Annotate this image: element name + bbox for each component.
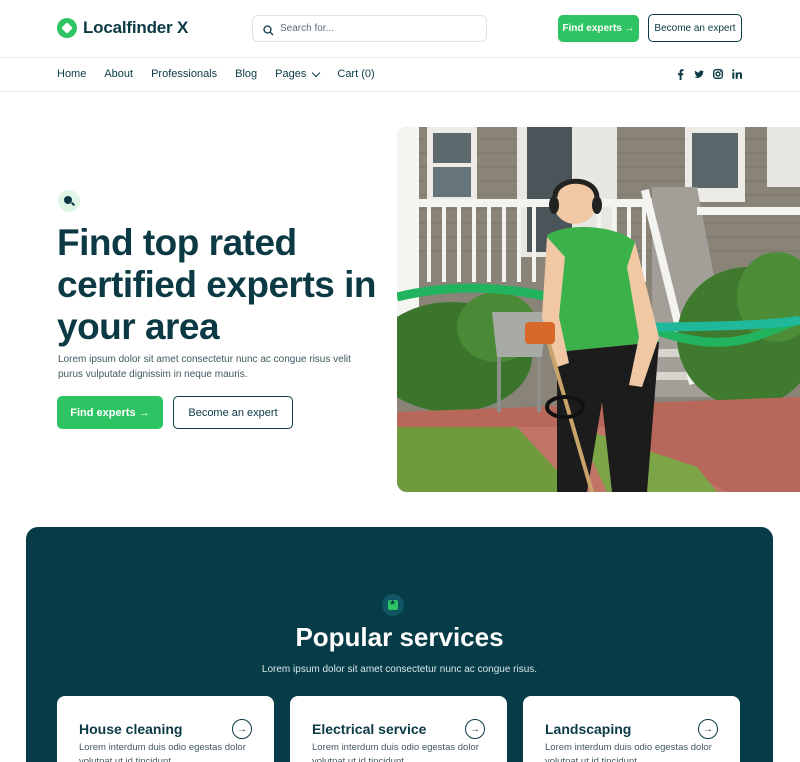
nav-label: Pages [275,68,307,80]
service-card-title: Landscaping [545,721,632,737]
nav-item-blog[interactable]: Blog [235,68,257,80]
search-box[interactable] [252,15,487,42]
hero-title: Find top rated certified experts in your… [57,222,377,347]
service-card-house-cleaning[interactable]: House cleaning → Lorem interdum duis odi… [57,696,274,762]
service-card-electrical[interactable]: Electrical service → Lorem interdum duis… [290,696,507,762]
logo-text: Localfinder X [83,18,189,37]
arrow-right-icon[interactable]: → [465,719,485,739]
twitter-icon[interactable] [694,69,704,79]
main-nav: Home About Professionals Blog Pages Cart… [57,68,393,80]
service-card-text: Lorem interdum duis odio egestas dolor v… [79,742,246,762]
top-header: Localfinder X Find experts → Become an e… [0,0,800,58]
instagram-icon[interactable] [713,69,723,79]
hero-find-experts-button[interactable]: Find experts → [57,396,163,429]
nav-item-about[interactable]: About [104,68,133,80]
find-experts-button[interactable]: Find experts → [558,15,639,42]
nav-item-home[interactable]: Home [57,68,86,80]
services-subtitle: Lorem ipsum dolor sit amet consectetur n… [261,664,538,675]
linkedin-icon[interactable] [732,69,742,79]
service-card-text: Lorem interdum duis odio egestas dolor v… [312,742,479,762]
popular-services-section: Popular services Lorem ipsum dolor sit a… [26,527,773,762]
nav-item-professionals[interactable]: Professionals [151,68,217,80]
nav-label: Home [57,68,87,80]
search-icon [263,23,274,36]
arrow-right-icon[interactable]: → [698,719,718,739]
search-badge-icon [58,190,80,212]
services-title: Popular services [295,622,504,652]
nav-item-pages[interactable]: Pages [275,68,321,80]
main-nav-bar: Home About Professionals Blog Pages Cart… [0,58,800,92]
logo[interactable]: Localfinder X [57,18,188,38]
nav-label: Professionals [151,68,218,80]
service-card-landscaping[interactable]: Landscaping → Lorem interdum duis odio e… [523,696,740,762]
hero-photo-landscaper [397,127,800,492]
nav-label: Cart (0) [337,68,375,80]
arrow-right-icon[interactable]: → [232,719,252,739]
logo-icon [57,18,77,38]
star-badge-icon [382,594,404,616]
become-expert-button[interactable]: Become an expert [648,14,742,42]
service-card-text: Lorem interdum duis odio egestas dolor v… [545,742,712,762]
search-input[interactable] [280,23,470,34]
chevron-down-icon [312,68,321,77]
facebook-icon[interactable] [675,68,685,80]
service-card-title: Electrical service [312,721,427,737]
nav-item-cart[interactable]: Cart (0) [337,68,374,80]
nav-label: Blog [235,68,258,80]
service-card-title: House cleaning [79,721,183,737]
nav-label: About [104,68,134,80]
hero-subtitle: Lorem ipsum dolor sit amet consectetur n… [58,354,351,380]
hero-become-expert-button[interactable]: Become an expert [173,396,293,429]
social-links [675,68,742,80]
